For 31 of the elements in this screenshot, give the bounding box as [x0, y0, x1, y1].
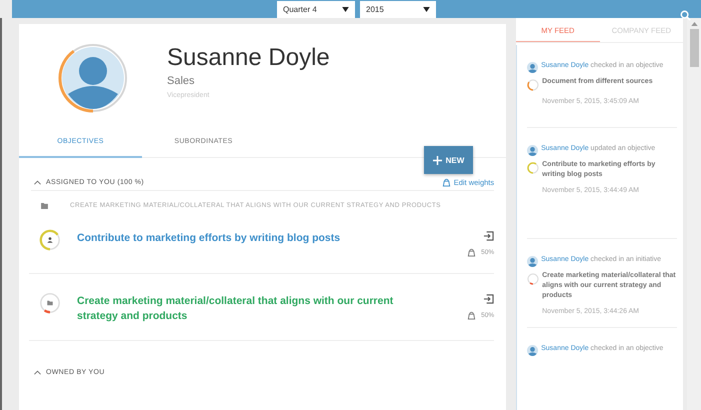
quarter-select[interactable]: Quarter 4: [277, 0, 355, 18]
avatar-icon: [527, 62, 538, 73]
progress-ring: [527, 162, 540, 174]
search-icon[interactable]: [680, 10, 691, 21]
checkin-icon[interactable]: [483, 294, 494, 304]
objective-title[interactable]: Create marketing material/collateral that aligns with our current strategy and products: [77, 292, 436, 324]
avatar-icon: [527, 256, 538, 267]
caret-icon: [423, 6, 430, 12]
year-select[interactable]: 2015: [360, 0, 436, 18]
avatar-icon: [527, 345, 538, 356]
scrollbar[interactable]: [687, 18, 701, 410]
plus-icon: [432, 156, 442, 164]
progress-ring: [39, 292, 61, 314]
folder-icon: [41, 203, 48, 209]
progress-ring: [39, 229, 61, 251]
avatar-icon: [527, 145, 538, 156]
avatar-icon: [57, 42, 129, 114]
weight-icon: [467, 248, 476, 257]
checkin-icon[interactable]: [483, 231, 494, 241]
chevron-icon[interactable]: [34, 370, 41, 375]
department-text: Sales: [167, 75, 196, 87]
progress-ring: [527, 273, 540, 285]
caret-icon: [342, 6, 349, 12]
objective-title[interactable]: Contribute to marketing efforts by writing blog posts: [77, 229, 436, 246]
profile-name: Susanne Doyle: [167, 44, 330, 72]
weight-icon: [442, 178, 451, 187]
weight-icon: [467, 311, 476, 320]
progress-ring: [527, 79, 540, 91]
scroll-thumb[interactable]: [690, 29, 699, 67]
chevron-icon[interactable]: [34, 180, 41, 185]
new-button[interactable]: NEW: [424, 146, 473, 174]
